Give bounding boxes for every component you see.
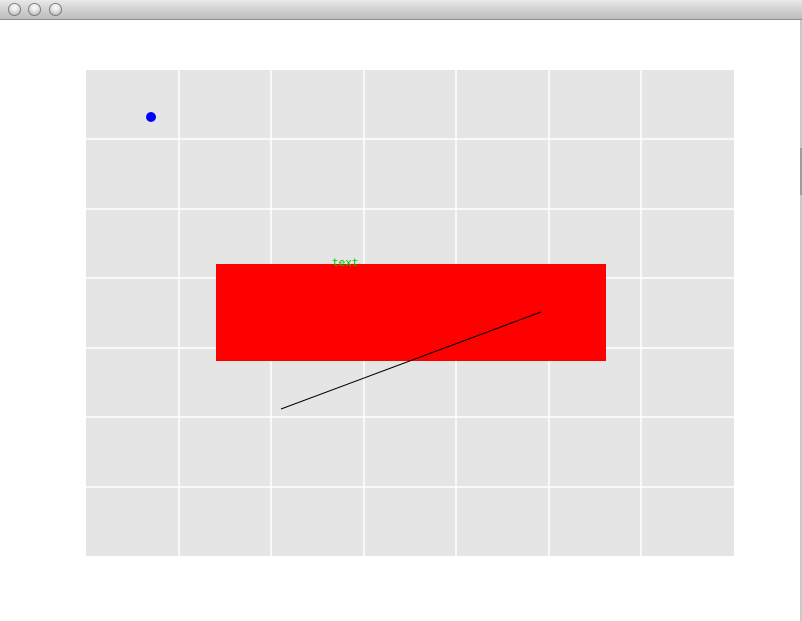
traffic-light-zoom-icon[interactable] <box>49 3 62 16</box>
window-titlebar[interactable] <box>0 0 802 20</box>
red-rectangle <box>216 264 606 361</box>
blue-point <box>146 112 156 122</box>
canvas-area: text <box>0 20 800 621</box>
traffic-light-close-icon[interactable] <box>8 3 21 16</box>
drawing-canvas[interactable]: text <box>0 20 800 621</box>
traffic-light-minimize-icon[interactable] <box>28 3 41 16</box>
app-window: text <box>0 0 802 621</box>
green-text-label: text <box>332 256 359 269</box>
